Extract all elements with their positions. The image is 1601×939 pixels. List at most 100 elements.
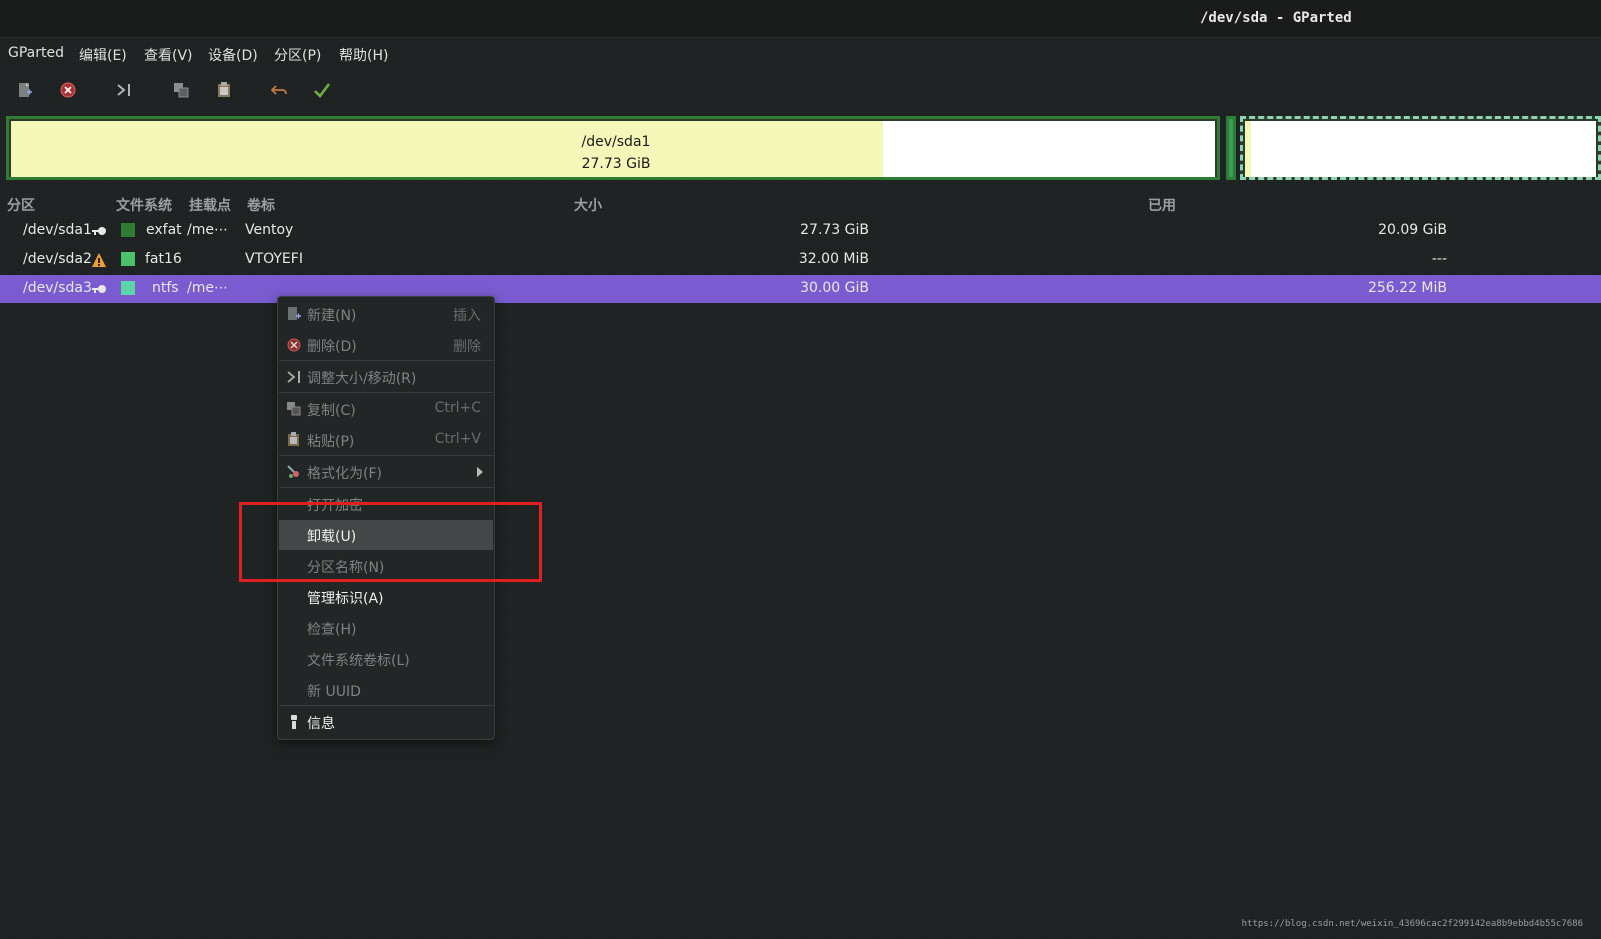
menu-item-copy-label: 复制(C) — [307, 403, 356, 419]
fs-color-swatch — [121, 281, 135, 295]
menu-gparted[interactable]: GParted — [8, 45, 64, 61]
format-icon — [287, 465, 299, 478]
menu-item-new-uuid[interactable]: 新 UUID — [279, 675, 493, 705]
window-title: /dev/sda - GParted — [1200, 10, 1352, 26]
toolbar — [0, 70, 1601, 110]
resize-move-icon — [117, 84, 130, 96]
row-size: 32.00 MiB — [798, 251, 869, 267]
disk-map: /dev/sda1 27.73 GiB — [0, 113, 1601, 186]
row-used: 20.09 GiB — [1378, 222, 1447, 238]
info-icon — [291, 715, 297, 729]
fs-color-swatch — [121, 252, 135, 266]
menu-item-copy-accel: Ctrl+C — [434, 400, 481, 416]
menu-item-resize-label: 调整大小/移动(R) — [307, 371, 417, 387]
copy-icon — [287, 402, 301, 416]
new-partition-icon — [19, 83, 32, 97]
new-partition-icon — [288, 307, 301, 320]
row-partition: /dev/sda1 — [23, 222, 92, 238]
row-size: 27.73 GiB — [800, 222, 869, 238]
paste-icon — [288, 432, 299, 446]
menu-separator — [279, 455, 493, 456]
menu-item-fs-label-label: 文件系统卷标(L) — [307, 653, 410, 669]
disk-map-sda1-text: /dev/sda1 27.73 GiB — [9, 131, 1223, 175]
menu-item-new-accel: 插入 — [453, 308, 481, 324]
menu-view[interactable]: 查看(V) — [144, 45, 193, 65]
fs-color-swatch — [121, 223, 135, 237]
title-bar: /dev/sda - GParted — [0, 0, 1601, 38]
resize-move-button[interactable] — [111, 78, 137, 102]
row-filesystem: exfat — [146, 222, 182, 238]
menu-item-copy[interactable]: 复制(C) Ctrl+C — [279, 394, 493, 424]
menu-item-resize-move[interactable]: 调整大小/移动(R) — [279, 362, 493, 392]
row-used: 256.22 MiB — [1367, 280, 1447, 296]
apply-icon — [314, 83, 331, 98]
submenu-arrow-icon — [477, 467, 483, 477]
row-mountpoint: /me⋯ — [187, 222, 228, 238]
menu-item-fs-label[interactable]: 文件系统卷标(L) — [279, 644, 493, 674]
menu-item-format-label: 格式化为(F) — [307, 466, 382, 482]
copy-button[interactable] — [168, 78, 194, 102]
header-size[interactable]: 大小 — [574, 195, 602, 215]
row-mountpoint: /me⋯ — [187, 280, 228, 296]
paste-button[interactable] — [211, 78, 237, 102]
resize-move-icon — [287, 371, 300, 383]
menu-item-format-as[interactable]: 格式化为(F) — [279, 457, 493, 487]
row-filesystem: ntfs — [152, 280, 179, 296]
apply-button[interactable] — [309, 78, 335, 102]
table-row[interactable]: /dev/sda1 exfat /me⋯ Ventoy 27.73 GiB 20… — [0, 217, 1601, 245]
header-partition[interactable]: 分区 — [7, 195, 35, 215]
menu-separator — [279, 392, 493, 393]
menu-item-check[interactable]: 检查(H) — [279, 613, 493, 643]
row-partition: /dev/sda3 — [23, 280, 92, 296]
undo-icon — [270, 85, 287, 95]
menu-item-info[interactable]: 信息 — [279, 707, 493, 737]
disk-map-sda2[interactable] — [1226, 116, 1236, 180]
menu-item-paste-accel: Ctrl+V — [434, 431, 481, 447]
paste-icon — [218, 82, 230, 97]
table-row-selected[interactable]: /dev/sda3 ntfs /me⋯ 30.00 GiB 256.22 MiB — [0, 275, 1601, 303]
table-row[interactable]: /dev/sda2 fat16 VTOYEFI 32.00 MiB --- — [0, 246, 1601, 274]
delete-icon — [60, 82, 76, 98]
menu-device[interactable]: 设备(D) — [208, 45, 258, 65]
disk-map-sda1[interactable]: /dev/sda1 27.73 GiB — [6, 116, 1220, 180]
menu-separator — [279, 360, 493, 361]
key-icon — [92, 285, 106, 293]
row-label: VTOYEFI — [245, 251, 303, 267]
menu-item-paste[interactable]: 粘贴(P) Ctrl+V — [279, 425, 493, 455]
new-partition-button[interactable] — [12, 78, 38, 102]
delete-button[interactable] — [55, 78, 81, 102]
warning-icon — [92, 253, 106, 267]
menu-item-delete[interactable]: 删除(D) 删除 — [279, 330, 493, 360]
annotation-highlight-box — [239, 502, 542, 582]
row-label: Ventoy — [245, 222, 294, 238]
row-filesystem: fat16 — [145, 251, 182, 267]
menu-item-paste-label: 粘贴(P) — [307, 434, 355, 450]
menu-item-new-label: 新建(N) — [307, 308, 357, 324]
menu-item-check-label: 检查(H) — [307, 622, 357, 638]
header-mountpoint[interactable]: 挂载点 — [189, 195, 231, 215]
delete-icon — [287, 338, 301, 352]
menu-bar: GParted 编辑(E) 查看(V) 设备(D) 分区(P) 帮助(H) — [0, 38, 1601, 68]
menu-item-new-uuid-label: 新 UUID — [307, 684, 361, 700]
menu-edit[interactable]: 编辑(E) — [79, 45, 127, 65]
copy-icon — [174, 83, 189, 98]
menu-item-new[interactable]: 新建(N) 插入 — [279, 299, 493, 329]
row-partition: /dev/sda2 — [23, 251, 92, 267]
menu-item-info-label: 信息 — [307, 716, 335, 732]
menu-item-delete-accel: 删除 — [453, 339, 481, 355]
partition-table-header: 分区 文件系统 挂载点 卷标 大小 已用 — [0, 192, 1601, 216]
menu-item-manage-flags[interactable]: 管理标识(A) — [279, 582, 493, 612]
menu-help[interactable]: 帮助(H) — [339, 45, 388, 65]
disk-map-sda3[interactable] — [1240, 116, 1601, 180]
disk-map-sda1-name: /dev/sda1 — [581, 134, 651, 150]
watermark: https://blog.csdn.net/weixin_43696cac2f2… — [1241, 919, 1583, 929]
disk-map-sda1-size: 27.73 GiB — [581, 156, 651, 172]
undo-button[interactable] — [266, 78, 292, 102]
header-label[interactable]: 卷标 — [247, 195, 275, 215]
menu-item-delete-label: 删除(D) — [307, 339, 357, 355]
row-size: 30.00 GiB — [800, 280, 869, 296]
header-used[interactable]: 已用 — [1148, 195, 1176, 215]
menu-partition[interactable]: 分区(P) — [274, 45, 321, 65]
header-filesystem[interactable]: 文件系统 — [116, 195, 172, 215]
disk-map-sda3-free — [1251, 121, 1596, 177]
